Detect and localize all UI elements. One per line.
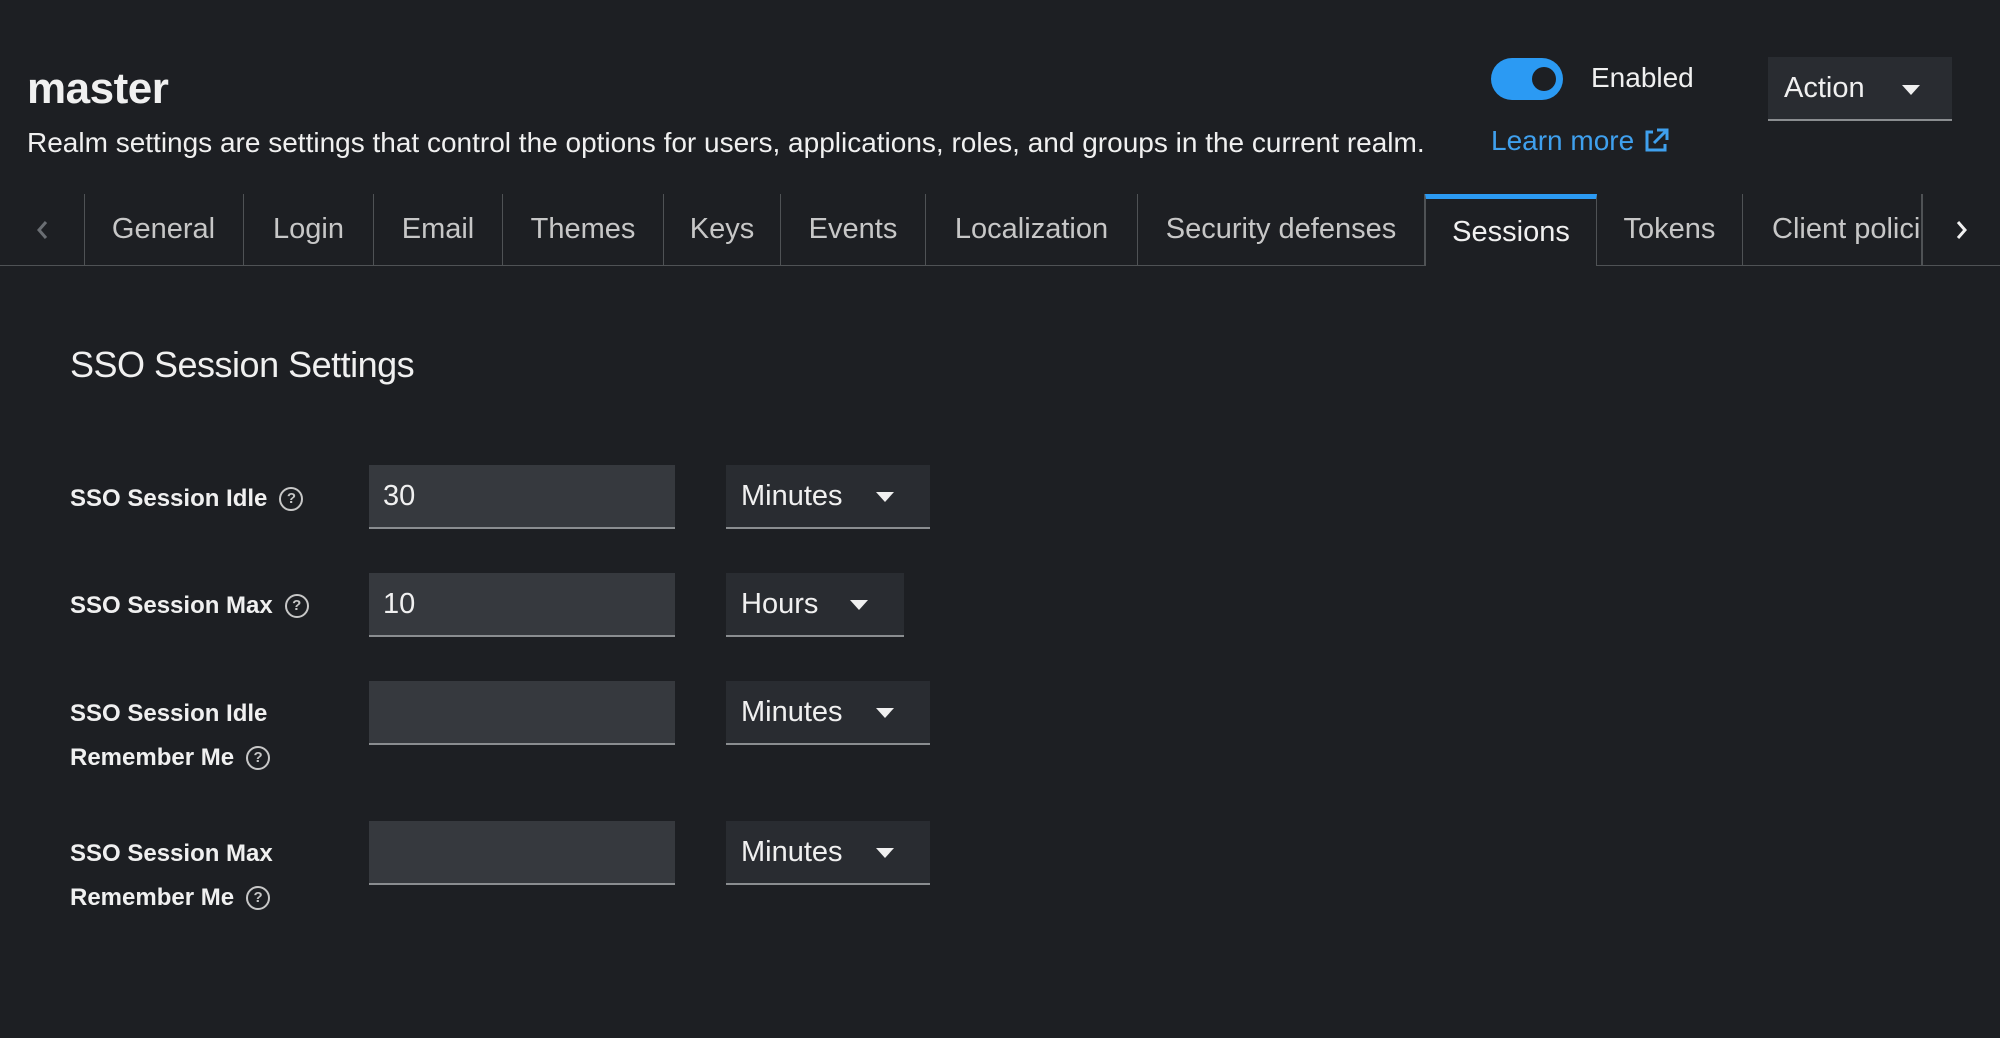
sso-session-idle-remember-me-label: SSO Session Idle Remember Me? — [70, 692, 271, 780]
action-dropdown[interactable]: Action — [1768, 57, 1952, 121]
enabled-toggle[interactable] — [1491, 58, 1563, 100]
label-text: SSO Session Max — [70, 592, 273, 619]
page-description: Realm settings are settings that control… — [27, 127, 1425, 158]
tab-themes[interactable]: Themes — [503, 194, 664, 265]
caret-down-icon — [1902, 85, 1920, 95]
unit-label: Minutes — [741, 695, 843, 728]
enabled-label: Enabled — [1591, 62, 1694, 93]
tab-tokens[interactable]: Tokens — [1597, 194, 1743, 265]
external-link-icon — [1645, 128, 1669, 152]
tab-client-policies[interactable]: Client polici — [1743, 194, 1922, 265]
unit-label: Hours — [741, 587, 819, 620]
label-text: SSO Session Idle — [70, 485, 268, 512]
toggle-knob — [1532, 67, 1556, 91]
sso-session-max-remember-me-unit-select[interactable]: Minutes — [726, 821, 930, 885]
chevron-left-icon — [37, 220, 48, 239]
tab-security-defenses[interactable]: Security defenses — [1138, 194, 1425, 265]
unit-label: Minutes — [741, 835, 843, 868]
sso-session-max-input[interactable] — [369, 573, 675, 637]
label-text-line2: Remember Me — [70, 744, 235, 771]
sso-session-max-unit-select[interactable]: Hours — [726, 573, 904, 637]
help-icon[interactable]: ? — [284, 593, 309, 618]
help-icon[interactable]: ? — [246, 745, 271, 770]
label-text-line1: SSO Session Idle — [70, 700, 268, 727]
unit-label: Minutes — [741, 479, 843, 512]
caret-down-icon — [850, 600, 868, 610]
sso-session-idle-unit-select[interactable]: Minutes — [726, 465, 930, 529]
tab-email[interactable]: Email — [374, 194, 503, 265]
tab-keys[interactable]: Keys — [664, 194, 781, 265]
tab-login[interactable]: Login — [244, 194, 374, 265]
caret-down-icon — [876, 848, 894, 858]
tab-localization[interactable]: Localization — [926, 194, 1138, 265]
help-icon[interactable]: ? — [279, 486, 304, 511]
page-title: master — [27, 64, 169, 113]
label-text-line2: Remember Me — [70, 884, 235, 911]
sso-session-idle-label: SSO Session Idle? — [70, 477, 304, 521]
sso-session-idle-input[interactable] — [369, 465, 675, 529]
realm-settings-tabs: General Login Email Themes Keys Events L… — [0, 194, 2000, 266]
learn-more-link[interactable]: Learn more — [1491, 125, 1670, 157]
help-icon[interactable]: ? — [246, 885, 271, 910]
tab-general[interactable]: General — [84, 194, 244, 265]
learn-more-label: Learn more — [1491, 125, 1635, 156]
sso-session-idle-remember-me-unit-select[interactable]: Minutes — [726, 681, 930, 745]
caret-down-icon — [876, 708, 894, 718]
chevron-right-icon — [1956, 220, 1967, 239]
sso-session-max-label: SSO Session Max? — [70, 584, 309, 628]
tabs-scroll-right-button[interactable] — [1922, 194, 2000, 265]
caret-down-icon — [876, 492, 894, 502]
tab-events[interactable]: Events — [781, 194, 926, 265]
tabs-scroll-left-button[interactable] — [0, 194, 85, 265]
sso-session-idle-remember-me-input[interactable] — [369, 681, 675, 745]
tab-sessions[interactable]: Sessions — [1425, 194, 1597, 266]
label-text-line1: SSO Session Max — [70, 840, 273, 867]
sso-session-max-remember-me-label: SSO Session Max Remember Me? — [70, 832, 273, 920]
sso-session-max-remember-me-input[interactable] — [369, 821, 675, 885]
action-label: Action — [1784, 71, 1865, 104]
section-title: SSO Session Settings — [70, 344, 415, 385]
